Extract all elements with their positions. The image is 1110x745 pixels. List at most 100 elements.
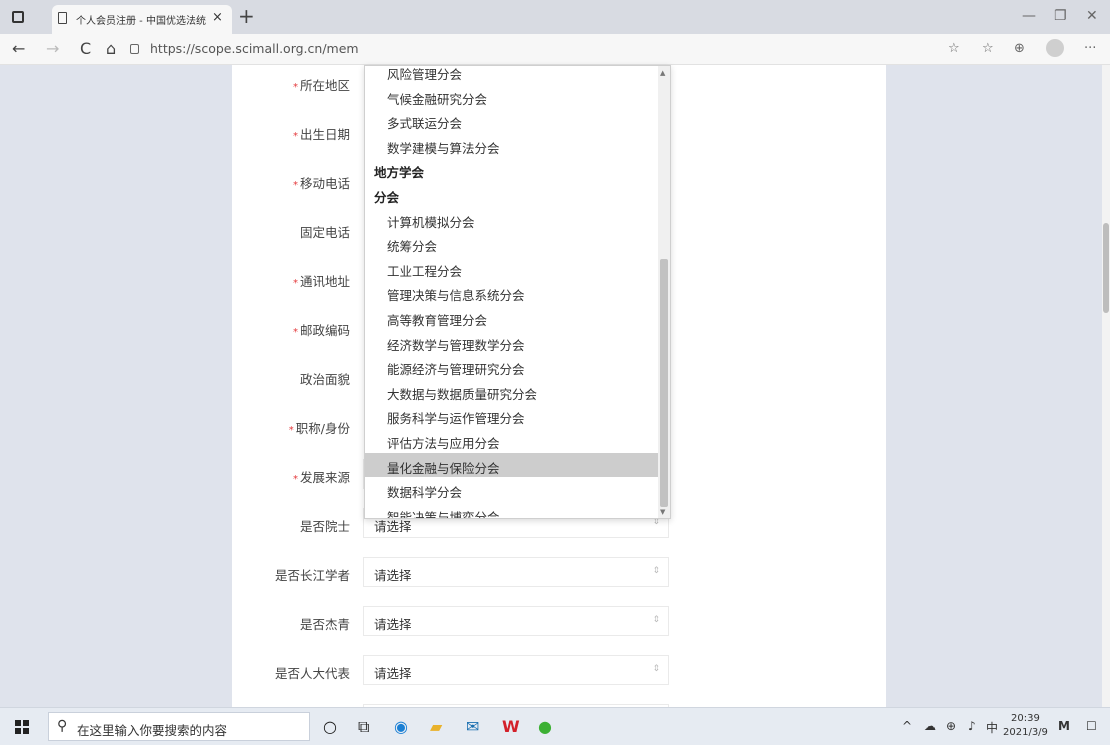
mail-icon[interactable]: ✉ xyxy=(466,717,479,736)
option-label: 服务科学与运作管理分会 xyxy=(387,411,525,427)
back-button[interactable]: ← xyxy=(12,39,25,58)
select-field[interactable]: 请选择 ⇕ xyxy=(363,655,669,685)
dropdown-scrollbar[interactable]: ▲ ▼ xyxy=(658,66,670,518)
tab-actions-icon[interactable] xyxy=(12,11,24,23)
tab-title: 个人会员注册 - 中国优选法统筹... xyxy=(76,16,206,27)
dropdown-option[interactable]: 多式联运分会 xyxy=(365,108,659,132)
dropdown-option[interactable]: 智能决策与博弈分会 xyxy=(365,502,659,519)
field-label-text: 出生日期 xyxy=(299,127,350,142)
dropdown-option[interactable]: 计算机模拟分会 xyxy=(365,207,659,231)
field-label-text: 是否杰青 xyxy=(299,617,350,632)
file-explorer-icon[interactable]: ▰ xyxy=(430,717,442,736)
volume-icon[interactable]: ♪ xyxy=(968,719,976,733)
notification-icon[interactable]: ☐ xyxy=(1086,719,1097,733)
close-tab-button[interactable]: × xyxy=(212,10,223,25)
dropdown-option[interactable]: 服务科学与运作管理分会 xyxy=(365,403,659,427)
dropdown-option[interactable]: 高等教育管理分会 xyxy=(365,305,659,329)
tray-expand-icon[interactable]: ^ xyxy=(902,719,912,733)
field-label: * 职称/身份 xyxy=(289,418,350,437)
dropdown-scroll-thumb[interactable] xyxy=(660,259,668,507)
field-label: * 邮政编码 xyxy=(293,320,350,339)
field-label-text: 固定电话 xyxy=(299,225,350,240)
dropdown-option[interactable]: 能源经济与管理研究分会 xyxy=(365,354,659,378)
page-scroll-thumb[interactable] xyxy=(1103,223,1109,313)
profile-avatar[interactable] xyxy=(1046,39,1064,57)
page-icon xyxy=(58,12,67,24)
ime-indicator[interactable]: 中 xyxy=(986,719,998,736)
edge-browser-icon[interactable]: ◉ xyxy=(394,717,408,736)
scroll-down-icon[interactable]: ▼ xyxy=(660,508,665,516)
page-content: * 所在地区 * 出生日期 * 移动电话 固定电话 * 通讯地址 * 邮政编码 政治面貌 * 职称/身份 *… xyxy=(0,65,1110,734)
taskbar-search[interactable]: ⚲ 在这里输入你要搜索的内容 xyxy=(48,712,310,741)
select-value: 请选择 xyxy=(374,617,412,632)
option-label: 评估方法与应用分会 xyxy=(387,436,500,451)
dropdown-option[interactable]: 工业工程分会 xyxy=(365,256,659,280)
required-mark: * xyxy=(292,82,298,93)
dropdown-option[interactable]: 数学建模与算法分会 xyxy=(365,133,659,157)
dropdown-group-header: 分会 xyxy=(365,182,659,206)
field-label-text: 是否长江学者 xyxy=(274,568,350,583)
dropdown-option[interactable]: 气候金融研究分会 xyxy=(365,84,659,108)
wechat-icon[interactable]: ● xyxy=(538,717,552,736)
restore-button[interactable]: ❐ xyxy=(1054,8,1067,24)
required-mark: * xyxy=(292,180,298,191)
option-label: 计算机模拟分会 xyxy=(387,214,475,230)
app-tray-icon[interactable]: M xyxy=(1058,719,1070,733)
option-label: 能源经济与管理研究分会 xyxy=(387,362,525,378)
task-view-icon[interactable]: ⧉ xyxy=(358,717,369,737)
reload-button[interactable]: C xyxy=(80,39,91,58)
browser-tab[interactable]: 个人会员注册 - 中国优选法统筹... × xyxy=(52,5,232,34)
field-label: * 所在地区 xyxy=(293,75,350,94)
url-field[interactable]: https://scope.scimall.org.cn/mem xyxy=(150,41,368,56)
browser-titlebar: 个人会员注册 - 中国优选法统筹... × + — ❐ ✕ xyxy=(0,0,1110,34)
dropdown-option[interactable]: 风险管理分会 xyxy=(365,66,659,83)
select-arrow-icon: ⇕ xyxy=(652,615,660,625)
option-label: 智能决策与博弈分会 xyxy=(387,509,500,519)
select-field[interactable]: 请选择 ⇕ xyxy=(363,557,669,587)
more-menu-icon[interactable]: ··· xyxy=(1084,41,1096,56)
field-label: 政治面貌 xyxy=(300,369,350,388)
dropdown-option[interactable]: 经济数学与管理数学分会 xyxy=(365,330,659,354)
form-row: 是否杰青 请选择 ⇕ xyxy=(232,606,886,636)
required-mark: * xyxy=(292,327,298,338)
field-label-text: 邮政编码 xyxy=(299,323,350,338)
dropdown-option[interactable]: 评估方法与应用分会 xyxy=(365,428,659,452)
cortana-icon[interactable]: ○ xyxy=(323,717,337,736)
clock[interactable]: 20:39 2021/3/9 xyxy=(1003,712,1048,740)
field-label-text: 是否院士 xyxy=(299,519,350,534)
favorites-icon[interactable]: ☆ xyxy=(982,41,994,56)
new-tab-button[interactable]: + xyxy=(238,4,255,28)
option-label: 工业工程分会 xyxy=(387,263,463,279)
forward-button[interactable]: → xyxy=(46,39,59,58)
home-button[interactable]: ⌂ xyxy=(106,39,116,58)
option-label: 地方学会 xyxy=(374,165,425,181)
read-aloud-icon[interactable]: ☆ xyxy=(948,41,960,56)
dropdown-option[interactable]: 管理决策与信息系统分会 xyxy=(365,280,659,304)
collections-icon[interactable]: ⊕ xyxy=(1014,41,1025,56)
network-icon[interactable]: ⊕ xyxy=(946,719,956,733)
dropdown-option[interactable]: 量化金融与保险分会 xyxy=(365,452,659,477)
dropdown-group-header: 地方学会 xyxy=(365,157,659,181)
dropdown-option[interactable]: 数据科学分会 xyxy=(365,477,659,501)
windows-start-icon[interactable] xyxy=(15,720,29,734)
wps-icon[interactable]: W xyxy=(502,717,520,736)
search-icon: ⚲ xyxy=(57,718,68,734)
required-mark: * xyxy=(292,474,298,485)
field-label: 是否长江学者 xyxy=(275,565,350,584)
dropdown-option[interactable]: 大数据与数据质量研究分会 xyxy=(365,379,659,403)
option-label: 经济数学与管理数学分会 xyxy=(387,337,525,353)
dropdown-option[interactable]: 统筹分会 xyxy=(365,231,659,255)
onedrive-icon[interactable]: ☁ xyxy=(924,719,936,733)
option-label: 高等教育管理分会 xyxy=(387,313,488,328)
select-field[interactable]: 请选择 ⇕ xyxy=(363,606,669,636)
page-scrollbar[interactable] xyxy=(1102,65,1110,707)
scroll-up-icon[interactable]: ▲ xyxy=(660,69,665,77)
select-value: 请选择 xyxy=(374,568,412,583)
search-placeholder: 在这里输入你要搜索的内容 xyxy=(77,723,228,738)
source-dropdown-list[interactable]: 风险管理分会气候金融研究分会 多式联运分会数学建模与算法分会地方学会 分会计算机模拟… xyxy=(364,65,671,519)
close-window-button[interactable]: ✕ xyxy=(1086,8,1098,24)
option-label: 风险管理分会 xyxy=(387,67,463,82)
field-label: * 通讯地址 xyxy=(293,271,350,290)
option-label: 数学建模与算法分会 xyxy=(387,140,500,156)
minimize-button[interactable]: — xyxy=(1022,8,1036,24)
